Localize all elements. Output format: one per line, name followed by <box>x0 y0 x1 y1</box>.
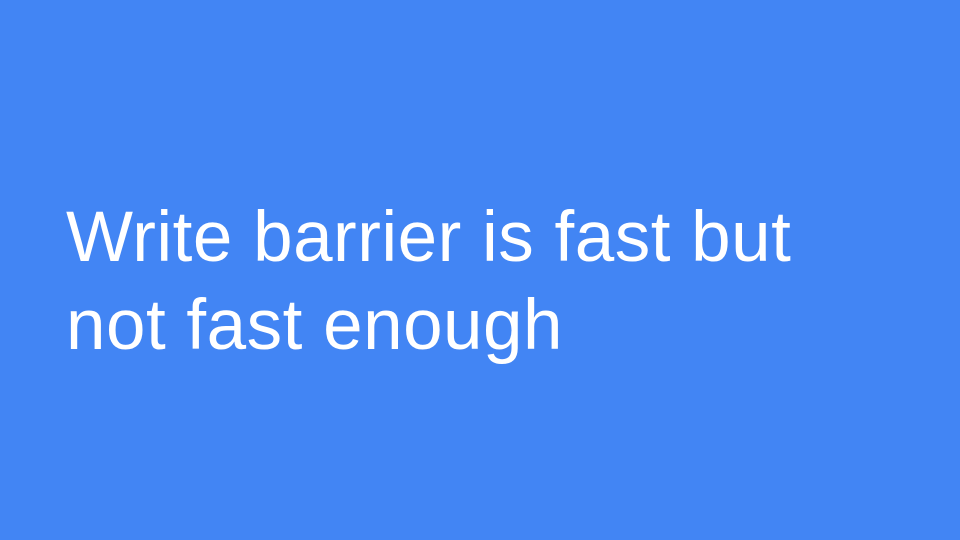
slide-title-line-2: not fast enough <box>66 286 564 365</box>
slide: Write barrier is fast but not fast enoug… <box>0 0 960 540</box>
slide-title: Write barrier is fast but not fast enoug… <box>66 194 926 370</box>
slide-title-line-1: Write barrier is fast but <box>66 198 792 277</box>
